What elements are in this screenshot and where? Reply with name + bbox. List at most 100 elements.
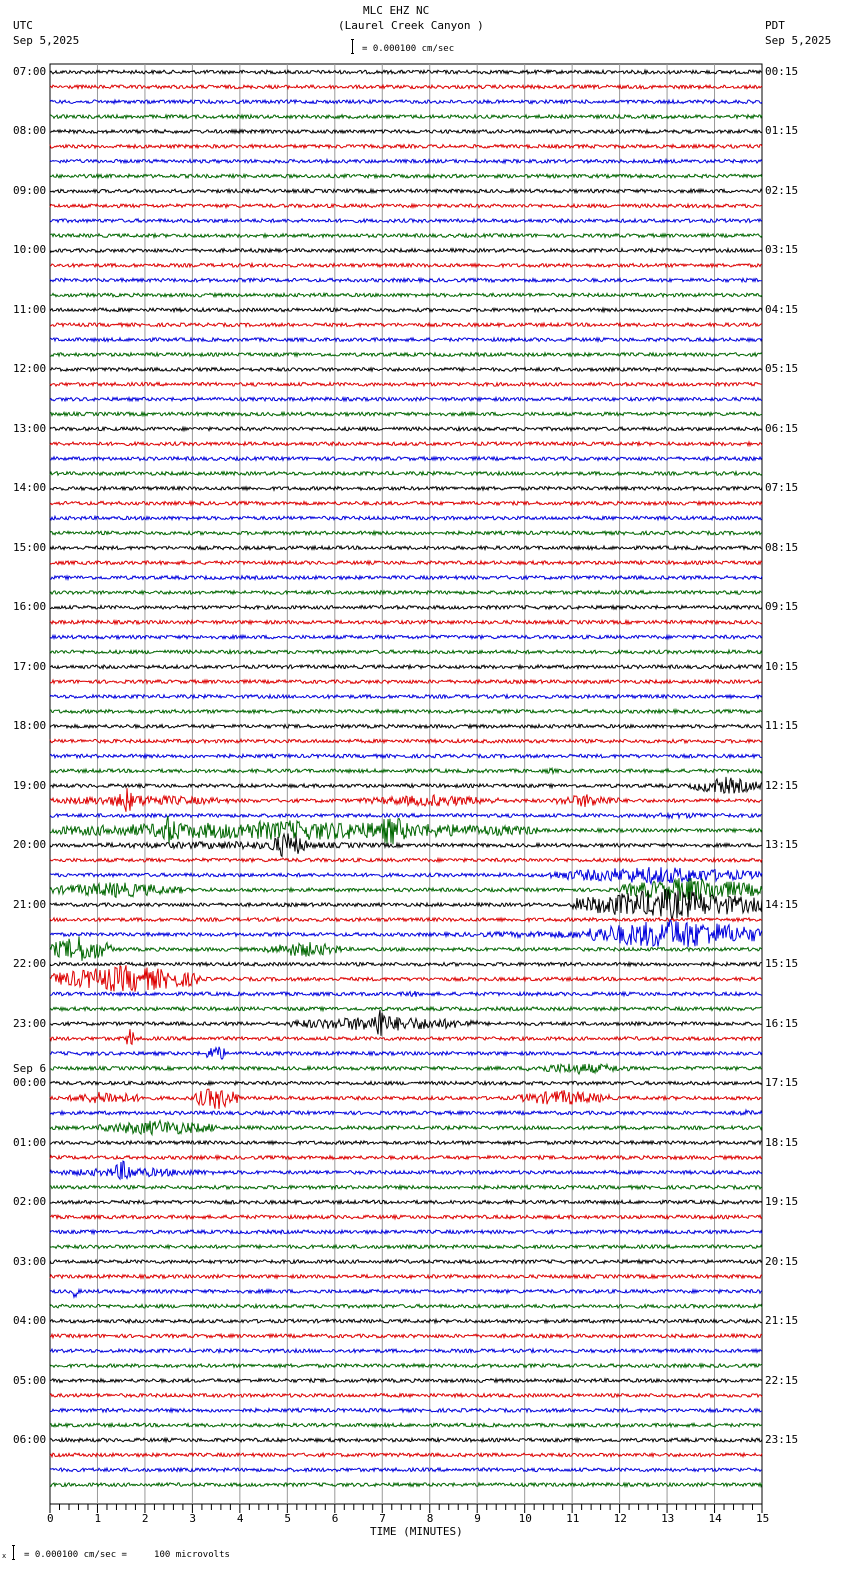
trace-22 — [49, 395, 763, 403]
x-tick-label: 15 — [756, 1512, 770, 1525]
pdt-hour-label: 20:15 — [765, 1254, 799, 1268]
trace-28 — [49, 485, 763, 492]
trace-31 — [49, 529, 763, 537]
trace-47 — [49, 766, 763, 776]
pdt-hour-label: 15:15 — [765, 957, 799, 971]
trace-94 — [49, 1466, 763, 1474]
trace-1 — [49, 83, 763, 91]
utc-hour-label: 16:00 — [13, 600, 47, 614]
trace-17 — [49, 321, 763, 329]
x-tick-label: 11 — [566, 1512, 580, 1525]
trace-4 — [49, 128, 763, 135]
trace-78 — [49, 1228, 763, 1236]
trace-45 — [49, 737, 763, 745]
pdt-hour-label: 00:15 — [765, 65, 799, 78]
trace-65 — [49, 1029, 763, 1046]
trace-29 — [49, 499, 763, 507]
utc-hour-label: 09:00 — [13, 183, 47, 197]
trace-54 — [49, 866, 763, 886]
trace-6 — [49, 157, 763, 165]
x-tick-label: 0 — [47, 1512, 54, 1525]
pdt-hour-label: 14:15 — [765, 897, 799, 911]
trace-76 — [49, 1198, 763, 1206]
trace-35 — [49, 589, 763, 596]
trace-56 — [49, 888, 763, 921]
x-tick-label: 8 — [426, 1512, 434, 1525]
pdt-hour-label: 09:15 — [765, 600, 799, 614]
trace-25 — [49, 440, 763, 448]
trace-2 — [49, 98, 763, 105]
utc-hour-label: 17:00 — [13, 659, 47, 673]
trace-7 — [49, 172, 763, 180]
pdt-hour-label: 21:15 — [765, 1314, 799, 1328]
trace-48 — [49, 776, 763, 794]
trace-34 — [49, 574, 763, 582]
utc-hour-label: 18:00 — [13, 719, 47, 733]
trace-57 — [49, 916, 763, 924]
seismogram-plot — [49, 63, 763, 1513]
pdt-hour-label: 06:15 — [765, 421, 799, 435]
utc-hour-label: 07:00 — [13, 65, 47, 78]
footer-mark: x — [2, 1552, 7, 1560]
trace-32 — [49, 544, 763, 552]
utc-hour-label: 02:00 — [13, 1195, 47, 1209]
trace-80 — [49, 1258, 763, 1265]
x-axis-title: TIME (MINUTES) — [370, 1525, 463, 1538]
trace-55 — [49, 877, 763, 902]
utc-hour-label: 22:00 — [13, 957, 47, 971]
trace-16 — [49, 306, 763, 314]
trace-40 — [49, 663, 763, 671]
utc-hour-label: 14:00 — [13, 481, 47, 495]
utc-hour-label: 01:00 — [13, 1135, 47, 1149]
utc-hour-label: 15:00 — [13, 540, 47, 554]
pdt-hour-label: 18:15 — [765, 1135, 799, 1149]
utc-hour-label: 03:00 — [13, 1254, 47, 1268]
utc-hour-label: 04:00 — [13, 1314, 47, 1328]
trace-26 — [49, 455, 763, 462]
utc-hour-label: 00:00 — [13, 1076, 47, 1090]
trace-89 — [49, 1392, 763, 1399]
trace-11 — [50, 232, 763, 240]
pdt-hour-label: 19:15 — [765, 1195, 799, 1209]
trace-87 — [49, 1362, 763, 1370]
x-tick-label: 3 — [189, 1512, 197, 1525]
trace-88 — [49, 1377, 763, 1384]
trace-18 — [49, 336, 763, 344]
trace-5 — [49, 143, 763, 150]
trace-82 — [49, 1287, 763, 1300]
trace-24 — [49, 425, 763, 433]
trace-20 — [49, 366, 763, 373]
trace-83 — [49, 1302, 763, 1310]
pdt-hour-label: 03:15 — [765, 243, 799, 257]
x-tick-label: 2 — [141, 1512, 149, 1525]
pdt-hour-label: 12:15 — [765, 778, 799, 792]
trace-10 — [49, 217, 763, 224]
trace-69 — [49, 1088, 763, 1109]
trace-66 — [49, 1046, 763, 1060]
trace-23 — [49, 410, 763, 418]
utc-hour-label: 23:00 — [13, 1016, 47, 1030]
trace-62 — [50, 990, 763, 998]
x-tick-label: 12 — [613, 1512, 627, 1525]
trace-67 — [49, 1062, 763, 1076]
trace-93 — [49, 1451, 763, 1459]
trace-9 — [49, 202, 763, 210]
x-tick-label: 6 — [331, 1512, 339, 1525]
trace-37 — [49, 618, 763, 626]
trace-30 — [49, 514, 763, 522]
utc-hour-label: 20:00 — [13, 838, 47, 852]
trace-92 — [49, 1436, 763, 1444]
trace-85 — [49, 1332, 763, 1340]
trace-81 — [49, 1273, 763, 1280]
trace-39 — [49, 648, 763, 656]
trace-38 — [49, 633, 763, 641]
pdt-hour-label: 13:15 — [765, 838, 799, 852]
pdt-hour-label: 01:15 — [765, 124, 799, 138]
trace-21 — [49, 381, 762, 388]
trace-44 — [49, 722, 763, 730]
pdt-hour-label: 10:15 — [765, 659, 799, 673]
x-tick-label: 1 — [94, 1512, 102, 1525]
x-tick-label: 13 — [661, 1512, 675, 1525]
trace-84 — [49, 1317, 763, 1325]
trace-12 — [49, 247, 763, 254]
